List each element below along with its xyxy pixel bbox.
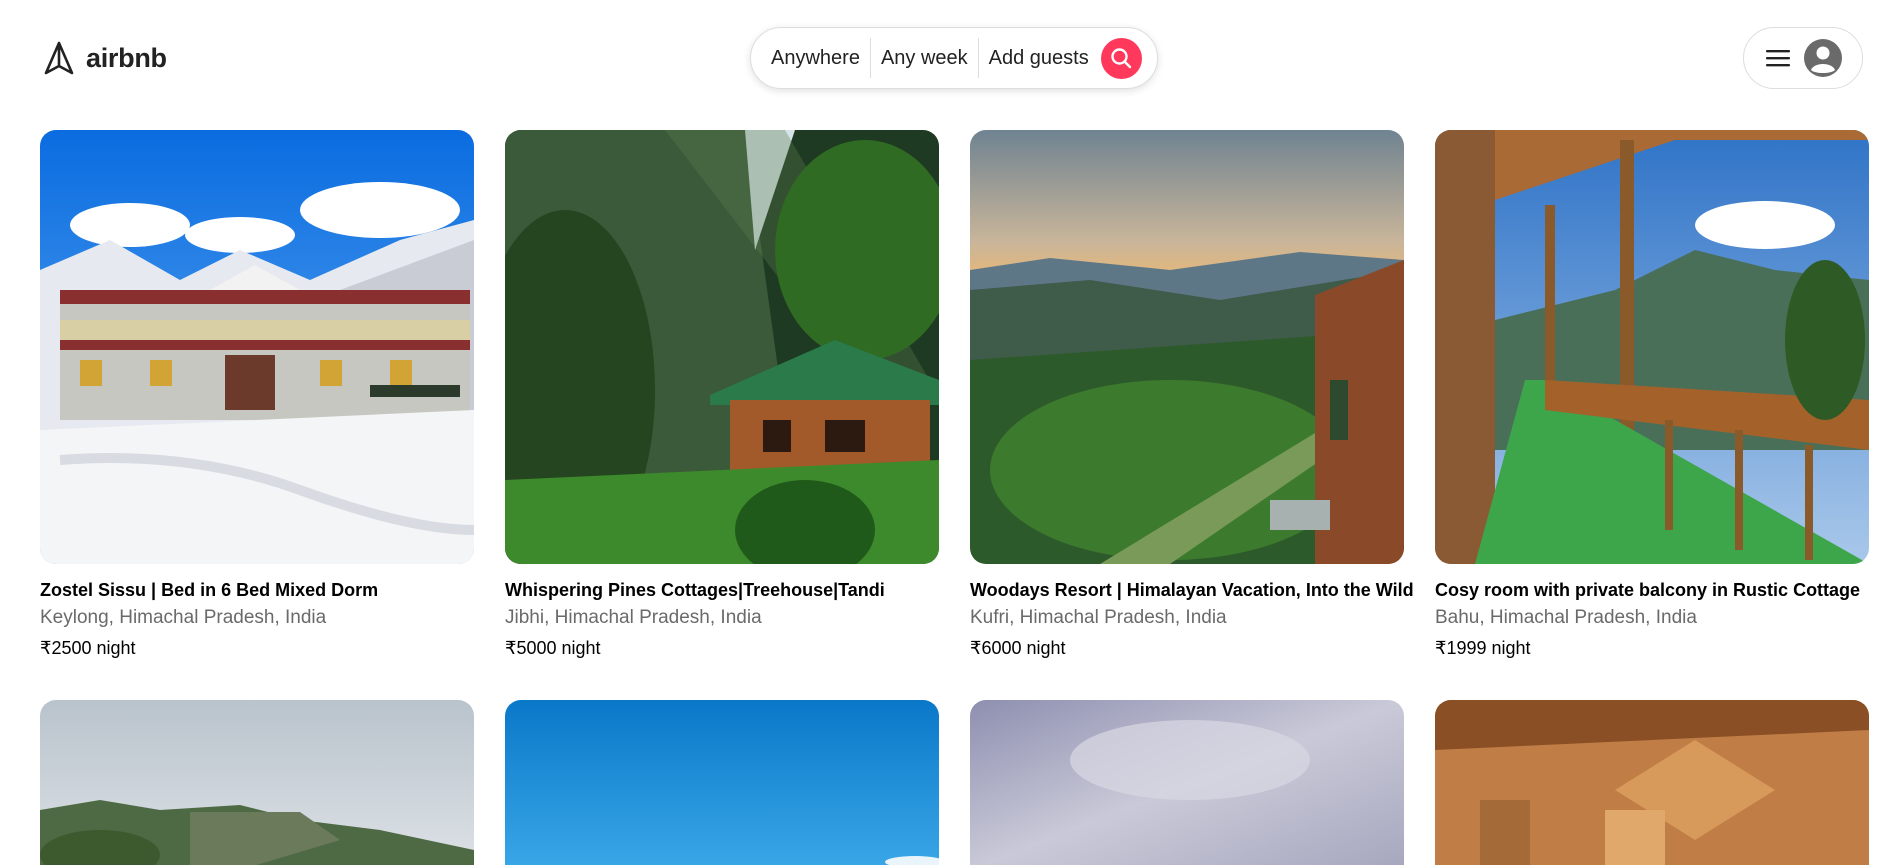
brand-name: airbnb xyxy=(86,42,167,73)
listing-price: ₹6000 night xyxy=(970,638,1066,658)
hamburger-menu-icon xyxy=(1766,48,1790,68)
airbnb-logo-icon xyxy=(42,40,76,76)
listing-photo[interactable] xyxy=(970,130,1404,564)
listing-location: Jibhi, Himachal Pradesh, India xyxy=(505,607,762,628)
listing-card[interactable] xyxy=(970,700,1404,865)
listing-price: ₹2500 night xyxy=(40,638,136,658)
search-guests-button[interactable]: Add guests xyxy=(979,38,1099,78)
search-when-button[interactable]: Any week xyxy=(871,38,978,78)
listing-card[interactable] xyxy=(1435,700,1869,865)
listing-title: Zostel Sissu | Bed in 6 Bed Mixed Dorm xyxy=(40,580,379,600)
listing-photo[interactable] xyxy=(505,700,939,865)
listing-title: Cosy room with private balcony in Rustic… xyxy=(1435,580,1861,600)
search-icon xyxy=(1109,46,1133,70)
listing-price: ₹5000 night xyxy=(505,638,601,658)
top-navbar: airbnb Anywhere Any week Add guests xyxy=(0,0,1898,112)
listing-location: Kufri, Himachal Pradesh, India xyxy=(970,607,1227,628)
listing-photo[interactable] xyxy=(40,130,474,564)
listing-photo[interactable] xyxy=(40,700,474,865)
listing-card[interactable]: Cosy room with private balcony in Rustic… xyxy=(1435,130,1869,659)
listing-title: Woodays Resort | Himalayan Vacation, Int… xyxy=(970,580,1414,600)
listing-photo[interactable] xyxy=(970,700,1404,865)
listing-card[interactable]: Zostel Sissu | Bed in 6 Bed Mixed Dorm K… xyxy=(40,130,474,659)
listing-price: ₹1999 night xyxy=(1435,638,1531,658)
listing-card[interactable]: Woodays Resort | Himalayan Vacation, Int… xyxy=(970,130,1414,659)
user-avatar-icon xyxy=(1804,39,1842,77)
search-bar[interactable]: Anywhere Any week Add guests xyxy=(750,27,1158,89)
listing-location: Keylong, Himachal Pradesh, India xyxy=(40,607,327,628)
listing-card[interactable] xyxy=(40,700,474,865)
listing-card[interactable] xyxy=(505,700,939,865)
user-menu-button[interactable] xyxy=(1743,27,1863,89)
listing-photo[interactable] xyxy=(505,130,939,564)
airbnb-logo[interactable]: airbnb xyxy=(42,40,167,76)
listing-photo[interactable] xyxy=(1435,700,1869,865)
listing-photo[interactable] xyxy=(1435,130,1869,564)
search-where-button[interactable]: Anywhere xyxy=(771,38,870,78)
listing-card[interactable]: Whispering Pines Cottages|Treehouse|Tand… xyxy=(505,130,939,659)
listing-location: Bahu, Himachal Pradesh, India xyxy=(1435,607,1697,628)
listing-title: Whispering Pines Cottages|Treehouse|Tand… xyxy=(505,580,885,600)
search-submit-button[interactable] xyxy=(1100,37,1142,79)
